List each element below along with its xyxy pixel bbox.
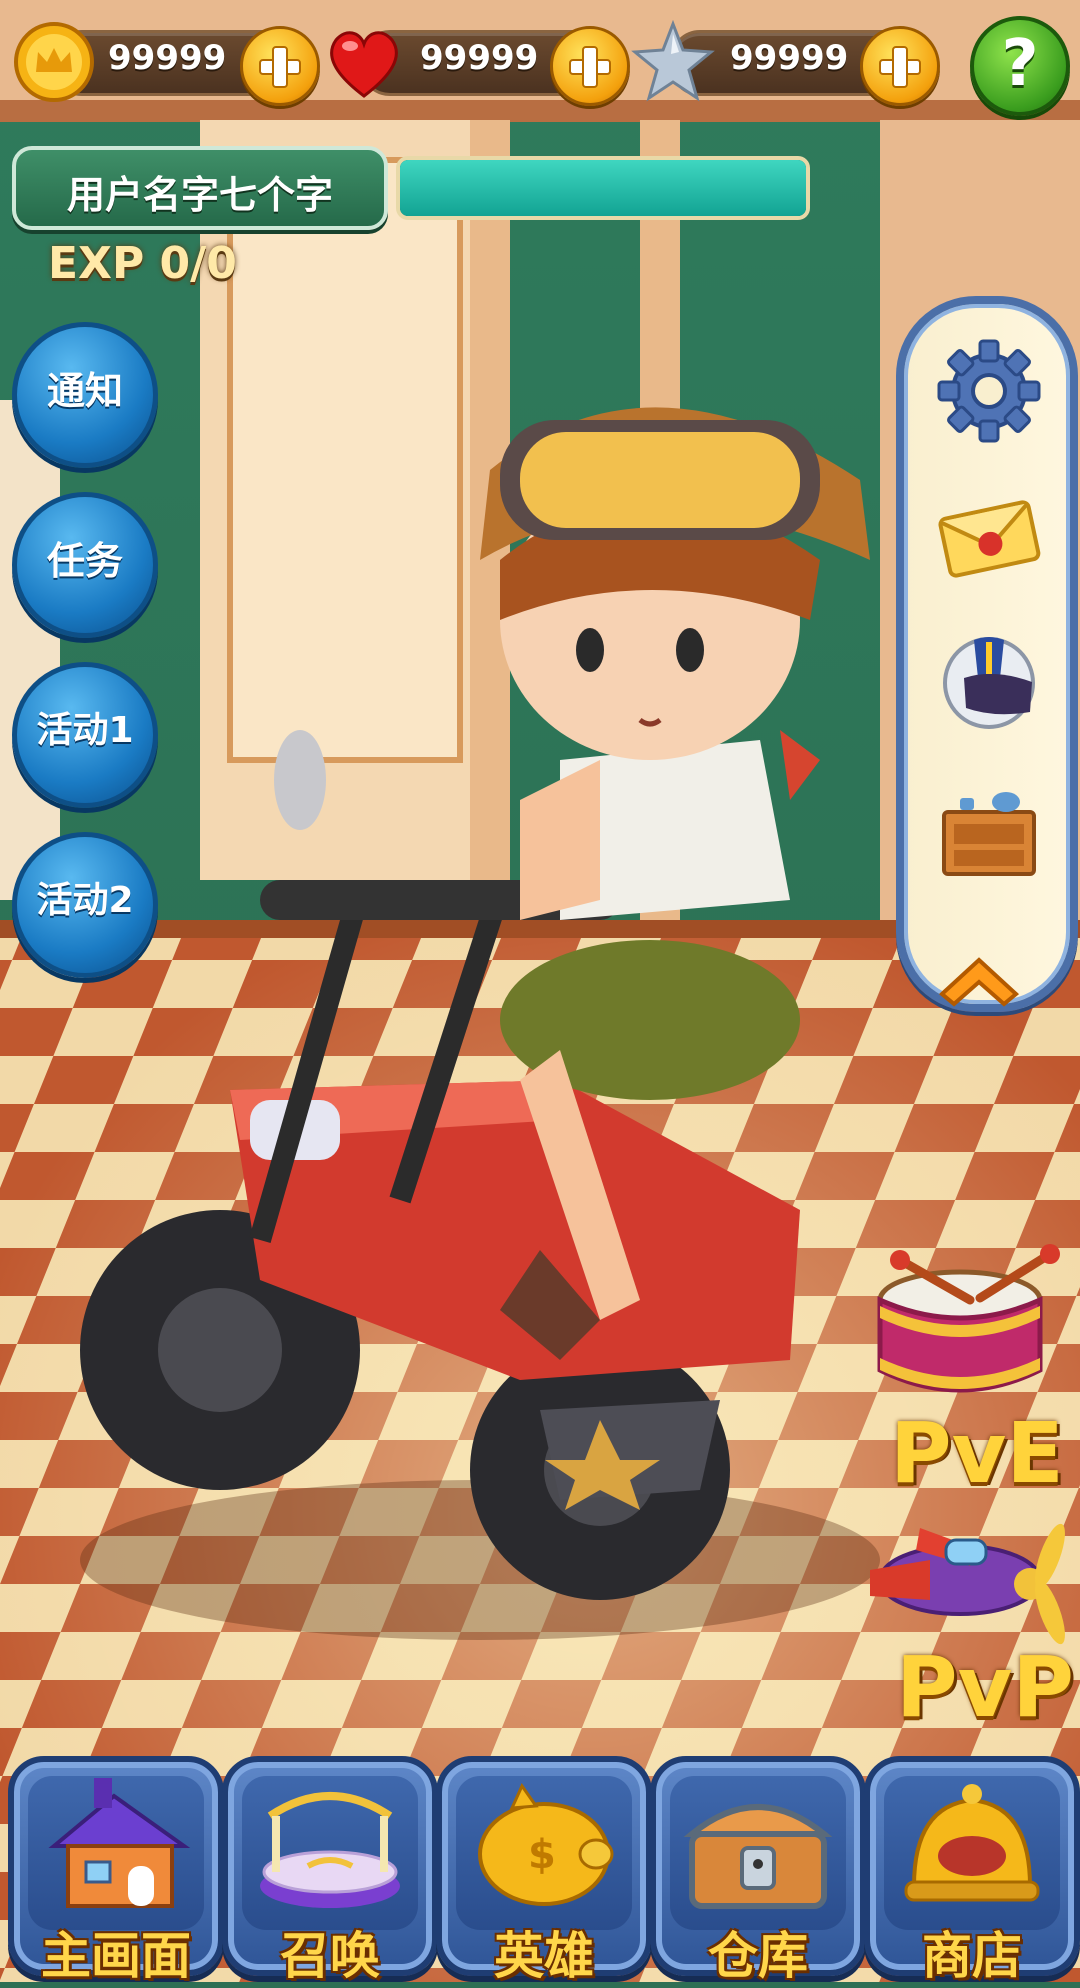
- event2-button[interactable]: 活动2: [12, 832, 158, 978]
- pve-button[interactable]: PvE: [860, 1240, 1070, 1502]
- helmet-icon[interactable]: [934, 628, 1044, 738]
- pvp-label: PvP: [896, 1638, 1074, 1736]
- nav-summon-label: 召唤: [280, 1927, 380, 1985]
- star-icon: [631, 20, 715, 102]
- treasure-chest-icon: [683, 1804, 833, 1909]
- event1-button[interactable]: 活动1: [12, 662, 158, 808]
- mail-icon[interactable]: [934, 482, 1044, 592]
- star-counter: 99999: [630, 20, 940, 106]
- heart-value: 99999: [420, 38, 539, 78]
- player-name: 用户名字七个字: [66, 173, 333, 217]
- side-menu-panel: [896, 296, 1078, 1012]
- summon-altar-icon: [260, 1792, 400, 1908]
- drum-icon: [877, 1244, 1060, 1393]
- add-hearts-button[interactable]: [550, 26, 630, 106]
- nav-hero[interactable]: $ 英雄: [436, 1756, 652, 1985]
- svg-text:$: $: [528, 1832, 556, 1878]
- coin-value: 99999: [108, 38, 227, 78]
- pvp-button[interactable]: PvP: [860, 1500, 1074, 1740]
- crown-coin-icon: [14, 22, 94, 102]
- nav-home[interactable]: 主画面: [8, 1756, 224, 1985]
- pve-label: PvE: [890, 1404, 1064, 1502]
- add-coins-button[interactable]: [240, 26, 320, 106]
- nav-shop[interactable]: 商店: [864, 1756, 1080, 1985]
- nav-shop-label: 商店: [922, 1927, 1022, 1985]
- coin-counter: 99999: [12, 20, 320, 106]
- airplane-icon: [870, 1523, 1065, 1645]
- notice-button[interactable]: 通知: [12, 322, 158, 468]
- house-icon: [48, 1778, 191, 1908]
- heart-icon: [330, 31, 398, 98]
- add-stars-button[interactable]: [860, 26, 940, 106]
- help-button[interactable]: ?: [970, 16, 1070, 116]
- exp-progress-bar: [396, 156, 810, 220]
- heart-counter: 99999: [320, 20, 630, 106]
- nav-warehouse[interactable]: 仓库: [650, 1756, 866, 1985]
- nav-warehouse-label: 仓库: [708, 1927, 808, 1985]
- piggy-bank-icon: $: [478, 1782, 614, 1906]
- gear-icon[interactable]: [934, 336, 1044, 446]
- collapse-arrow-icon[interactable]: [934, 950, 1024, 1010]
- exp-progress-fill: [400, 160, 806, 216]
- nav-hero-label: 英雄: [494, 1927, 594, 1985]
- nav-home-label: 主画面: [41, 1927, 191, 1985]
- bell-shop-icon: [904, 1784, 1040, 1902]
- player-name-plate[interactable]: 用户名字七个字: [12, 146, 388, 230]
- quest-button[interactable]: 任务: [12, 492, 158, 638]
- furniture-icon[interactable]: [934, 774, 1044, 884]
- exp-label: EXP 0/0: [48, 238, 237, 289]
- nav-summon[interactable]: 召唤: [222, 1756, 438, 1985]
- star-value: 99999: [730, 38, 849, 78]
